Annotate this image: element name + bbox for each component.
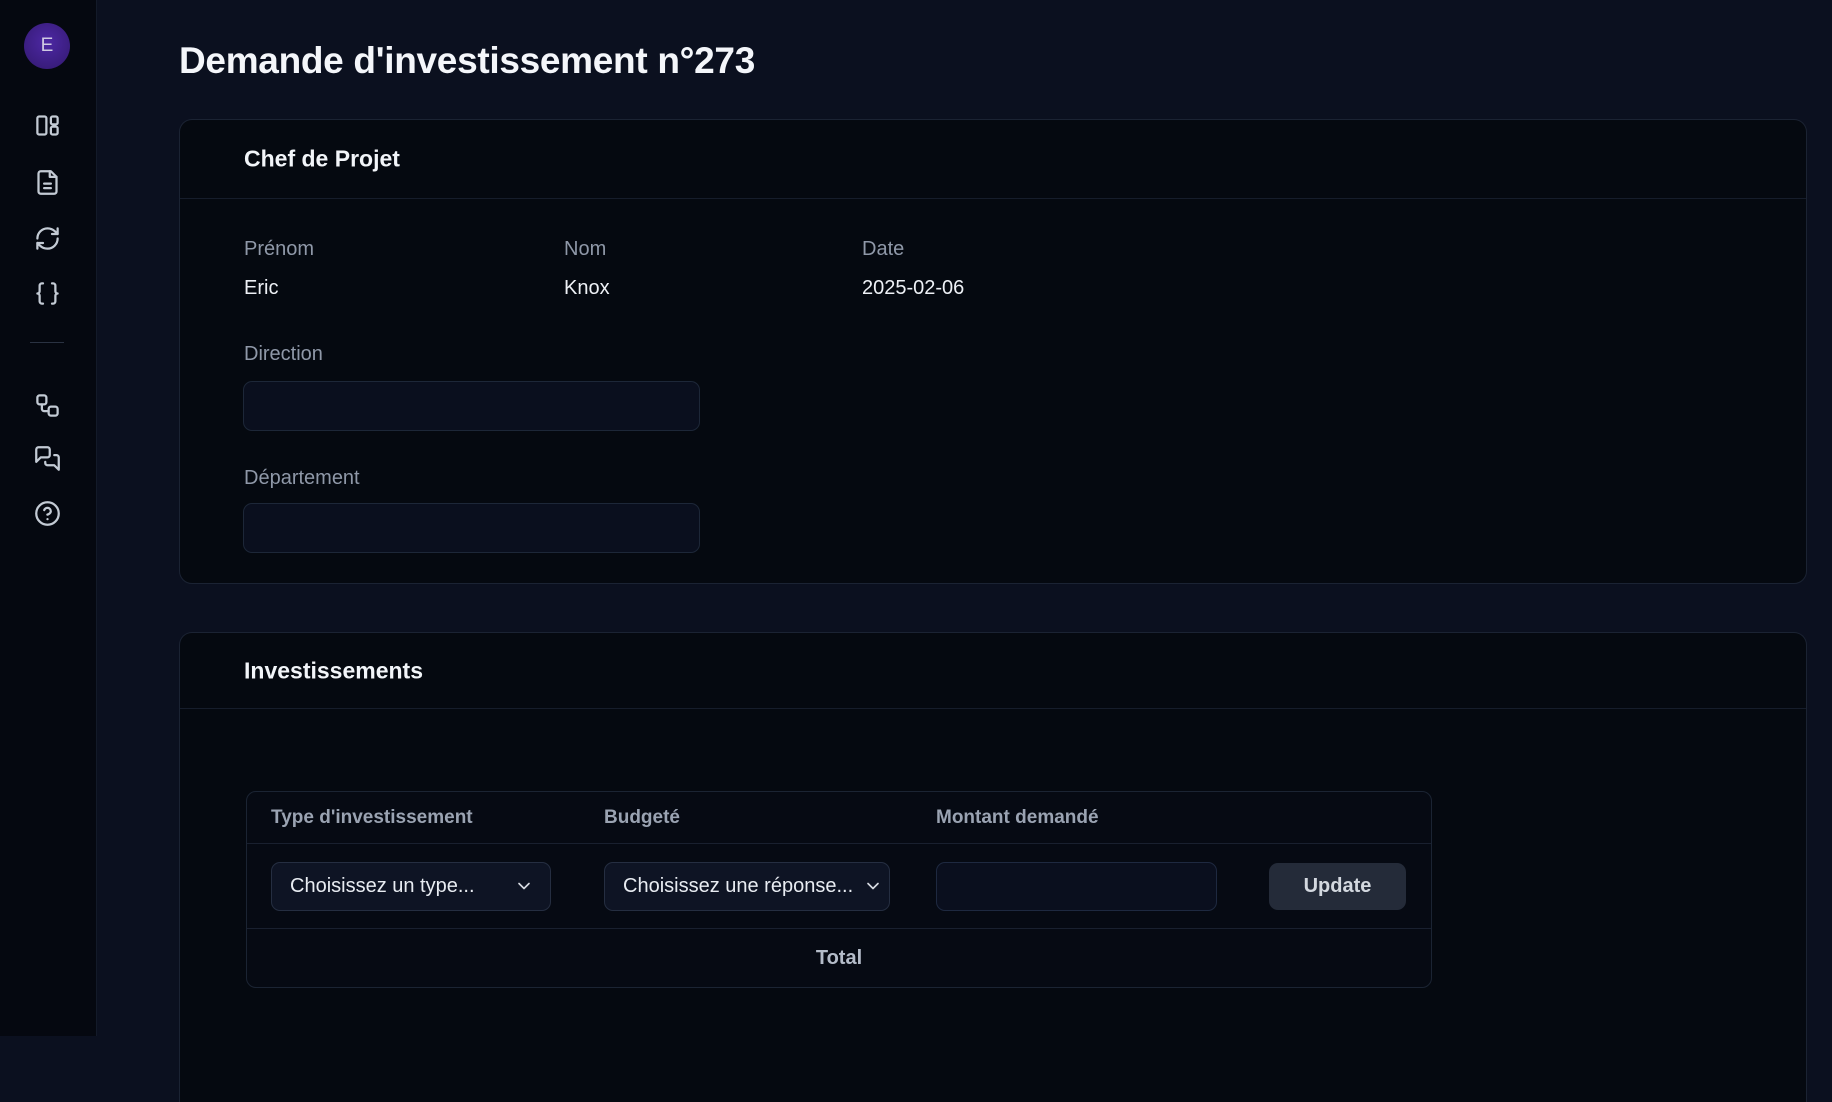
avatar[interactable]: E: [24, 23, 70, 69]
type-select-value: Choisissez un type...: [290, 875, 475, 898]
avatar-initial: E: [41, 35, 54, 57]
montant-input[interactable]: [936, 862, 1217, 911]
sidebar-divider: [30, 342, 64, 343]
type-cell: Choisissez un type...: [247, 862, 580, 911]
total-label: Total: [816, 947, 862, 970]
montant-cell: [912, 862, 1245, 911]
prenom-value: Eric: [244, 276, 564, 300]
prenom-label: Prénom: [244, 237, 564, 261]
col-budget-header: Budgeté: [580, 807, 912, 829]
budget-select[interactable]: Choisissez une réponse...: [604, 862, 890, 911]
date-value: 2025-02-06: [862, 276, 1742, 300]
investissements-card: Investissements Type d'investissement Bu…: [179, 632, 1807, 1102]
departement-label: Département: [244, 466, 360, 490]
nom-label: Nom: [564, 237, 862, 261]
table-input-row: Choisissez un type... Choisissez une rép…: [247, 844, 1431, 929]
sidebar-item-sync[interactable]: [27, 218, 67, 258]
field-date: Date 2025-02-06: [862, 237, 1742, 300]
layout-dashboard-icon: [34, 112, 61, 139]
budget-cell: Choisissez une réponse...: [580, 862, 912, 911]
refresh-icon: [34, 225, 61, 252]
sidebar-item-dashboard[interactable]: [27, 105, 67, 145]
col-type-header: Type d'investissement: [247, 807, 580, 829]
chef-de-projet-card: Chef de Projet Prénom Eric Nom Knox Date…: [179, 119, 1807, 584]
main-content: Demande d'investissement n°273 Chef de P…: [97, 0, 1832, 1036]
update-button[interactable]: Update: [1269, 863, 1406, 910]
invest-card-title: Investissements: [244, 657, 423, 684]
invest-card-header: Investissements: [180, 633, 1806, 709]
messages-icon: [34, 445, 61, 472]
help-circle-icon: [34, 500, 61, 527]
investments-table: Type d'investissement Budgeté Montant de…: [246, 791, 1432, 988]
col-montant-header: Montant demandé: [912, 807, 1245, 829]
table-total-row: Total: [247, 929, 1431, 988]
budget-select-value: Choisissez une réponse...: [623, 875, 853, 898]
chef-card-header: Chef de Projet: [180, 120, 1806, 199]
sidebar-item-documents[interactable]: [27, 162, 67, 202]
page-title: Demande d'investissement n°273: [179, 40, 755, 82]
sidebar-item-messages[interactable]: [27, 438, 67, 478]
nom-value: Knox: [564, 276, 862, 300]
sidebar: E: [0, 0, 97, 1036]
direction-label: Direction: [244, 342, 323, 366]
actions-cell: Update: [1245, 863, 1431, 910]
sidebar-item-help[interactable]: [27, 493, 67, 533]
chevron-down-icon: [514, 876, 534, 896]
type-select[interactable]: Choisissez un type...: [271, 862, 551, 911]
field-prenom: Prénom Eric: [244, 237, 564, 300]
file-text-icon: [34, 169, 61, 196]
chef-fields-row: Prénom Eric Nom Knox Date 2025-02-06: [244, 237, 1742, 300]
chevron-down-icon: [863, 876, 883, 896]
departement-input[interactable]: [243, 503, 700, 553]
workflow-icon: [34, 392, 61, 419]
braces-icon: [34, 280, 61, 307]
date-label: Date: [862, 237, 1742, 261]
field-nom: Nom Knox: [564, 237, 862, 300]
direction-input[interactable]: [243, 381, 700, 431]
table-header-row: Type d'investissement Budgeté Montant de…: [247, 792, 1431, 844]
sidebar-item-workflow[interactable]: [27, 385, 67, 425]
sidebar-item-code[interactable]: [27, 273, 67, 313]
chef-card-title: Chef de Projet: [244, 146, 400, 173]
